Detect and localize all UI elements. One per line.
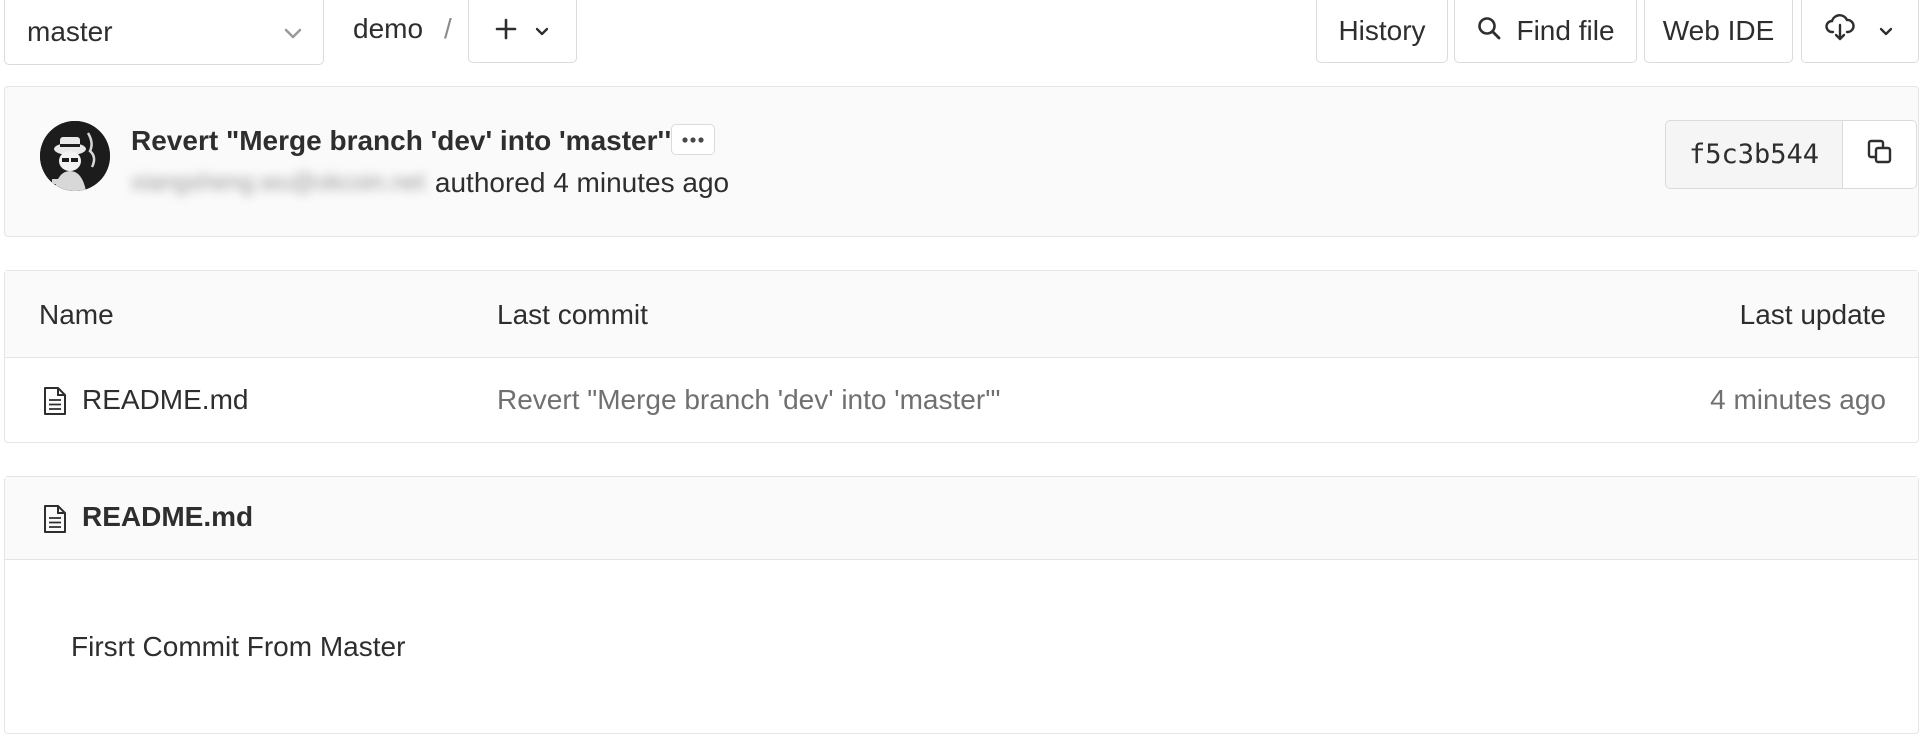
add-dropdown-button[interactable] bbox=[468, 0, 577, 63]
plus-icon bbox=[495, 15, 517, 47]
chevron-down-icon bbox=[533, 15, 551, 47]
avatar[interactable] bbox=[40, 121, 110, 191]
repository-toolbar: master demo / History Find file Web IDE bbox=[0, 0, 1922, 66]
column-header-last-update: Last update bbox=[1739, 299, 1886, 330]
breadcrumb-separator: / bbox=[444, 13, 452, 44]
chevron-down-icon bbox=[281, 20, 305, 52]
author-email[interactable]: xiangsheng.wu@okcoin.net bbox=[131, 169, 425, 197]
copy-icon bbox=[1866, 138, 1894, 171]
commit-sha[interactable]: f5c3b544 bbox=[1665, 120, 1843, 189]
file-text-icon bbox=[43, 386, 67, 421]
branch-select-label: master bbox=[27, 16, 113, 47]
table-row[interactable]: README.md Revert "Merge branch 'dev' int… bbox=[5, 358, 1918, 443]
column-header-last-commit: Last commit bbox=[497, 299, 648, 330]
commit-sha-group: f5c3b544 bbox=[1665, 120, 1917, 189]
file-last-update: 4 minutes ago bbox=[1710, 384, 1886, 415]
table-header: Name Last commit Last update bbox=[5, 271, 1918, 358]
toggle-description-button[interactable] bbox=[671, 124, 715, 155]
readme-header: README.md bbox=[5, 477, 1918, 560]
find-file-button[interactable]: Find file bbox=[1454, 0, 1637, 63]
history-button-label: History bbox=[1338, 15, 1426, 46]
download-dropdown-button[interactable] bbox=[1801, 0, 1919, 63]
commit-title[interactable]: Revert "Merge branch 'dev' into 'master'… bbox=[131, 125, 677, 157]
column-header-name: Name bbox=[39, 299, 114, 330]
file-text-icon bbox=[43, 504, 67, 539]
authored-time: authored 4 minutes ago bbox=[434, 167, 730, 198]
readme-panel: README.md Firsrt Commit From Master bbox=[4, 476, 1919, 734]
branch-select[interactable]: master bbox=[4, 0, 324, 65]
cloud-download-icon bbox=[1825, 13, 1855, 49]
breadcrumb-project[interactable]: demo bbox=[353, 13, 423, 45]
chevron-down-icon bbox=[1877, 15, 1895, 47]
commit-meta: xiangsheng.wu@okcoin.net authored 4 minu… bbox=[131, 167, 729, 199]
find-file-button-label: Find file bbox=[1516, 15, 1615, 46]
last-commit-panel: Revert "Merge branch 'dev' into 'master'… bbox=[4, 86, 1919, 237]
readme-title[interactable]: README.md bbox=[82, 501, 253, 533]
readme-content: Firsrt Commit From Master bbox=[71, 631, 406, 662]
file-tree-table: Name Last commit Last update README.md R… bbox=[4, 270, 1919, 443]
file-name-link[interactable]: README.md bbox=[82, 384, 248, 416]
search-icon bbox=[1476, 15, 1502, 48]
history-button[interactable]: History bbox=[1316, 0, 1448, 63]
file-last-commit-link[interactable]: Revert "Merge branch 'dev' into 'master'… bbox=[497, 384, 1000, 416]
web-ide-button-label: Web IDE bbox=[1662, 15, 1775, 46]
ellipsis-icon bbox=[682, 131, 704, 149]
web-ide-button[interactable]: Web IDE bbox=[1644, 0, 1793, 63]
copy-sha-button[interactable] bbox=[1843, 120, 1917, 189]
